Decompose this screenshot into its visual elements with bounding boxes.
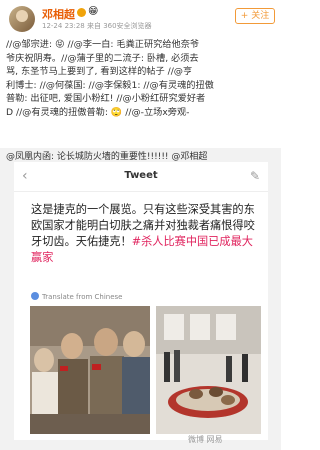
repost-line: 骂, 东圣节马上要到了, 看到这样的帖子 //@亨 xyxy=(6,66,193,78)
tweet-photo-right[interactable] xyxy=(156,306,261,434)
repost-line: 普勒: 出征吧, 爱国小粉红! //@小粉红研究爱好者 xyxy=(6,93,206,105)
repost-line: D //@有灵魂的扭傲普勒: 🙄 //@-立场x旁观- xyxy=(6,106,190,118)
tweet-card[interactable]: ‹ Tweet ✎ 这是捷克的一个展览。只有这些深受其害的东欧国家才能明白切肤之… xyxy=(14,162,268,440)
repost-line: 利博士: //@何葆国: //@李保毅1: //@有灵魂的扭傲 xyxy=(6,79,214,91)
compose-icon[interactable]: ✎ xyxy=(250,169,260,183)
username[interactable]: 邓相超 xyxy=(42,6,75,22)
tweet-title: Tweet xyxy=(124,170,158,181)
globe-icon xyxy=(31,292,39,300)
repost-chain: //@邹宗进: 😝 //@李一白: 毛粪正研究给他奈爷 爷庆祝阴寿。//@蒲子里… xyxy=(6,38,276,120)
follow-button[interactable]: + 关注 xyxy=(235,8,275,24)
watermark: 微博 网易 xyxy=(188,435,223,444)
tweet-text: 这是捷克的一个展览。只有这些深受其害的东欧国家才能明白切肤之痛并对独裁者痛恨得咬… xyxy=(31,202,261,266)
translate-label: Translate from Chinese xyxy=(42,293,123,301)
user-emoji-badge: 😁 xyxy=(88,6,99,17)
tweet-photo-left[interactable] xyxy=(30,306,150,434)
embedded-post-text: @凤凰内函: 论长城防火墙的重要性!!!!!! @邓相超 xyxy=(6,152,208,162)
verified-badge xyxy=(77,8,86,17)
avatar[interactable] xyxy=(9,6,35,32)
repost-line: //@邹宗进: 😝 //@李一白: 毛粪正研究给他奈爷 xyxy=(6,39,200,50)
post-meta: 12-24 23:28 来自 360安全浏览器 xyxy=(42,22,152,30)
exhibit-photo-right xyxy=(156,306,261,434)
post-header: 邓相超 😁 12-24 23:28 来自 360安全浏览器 + 关注 xyxy=(0,0,281,34)
tweet-topbar: ‹ Tweet ✎ xyxy=(14,162,268,192)
exhibit-photo-left xyxy=(30,306,150,434)
repost-line: 爷庆祝阴寿。//@蒲子里的二流子: 卧槽, 必须去 xyxy=(6,52,199,64)
translate-link[interactable]: Translate from Chinese xyxy=(31,292,123,301)
